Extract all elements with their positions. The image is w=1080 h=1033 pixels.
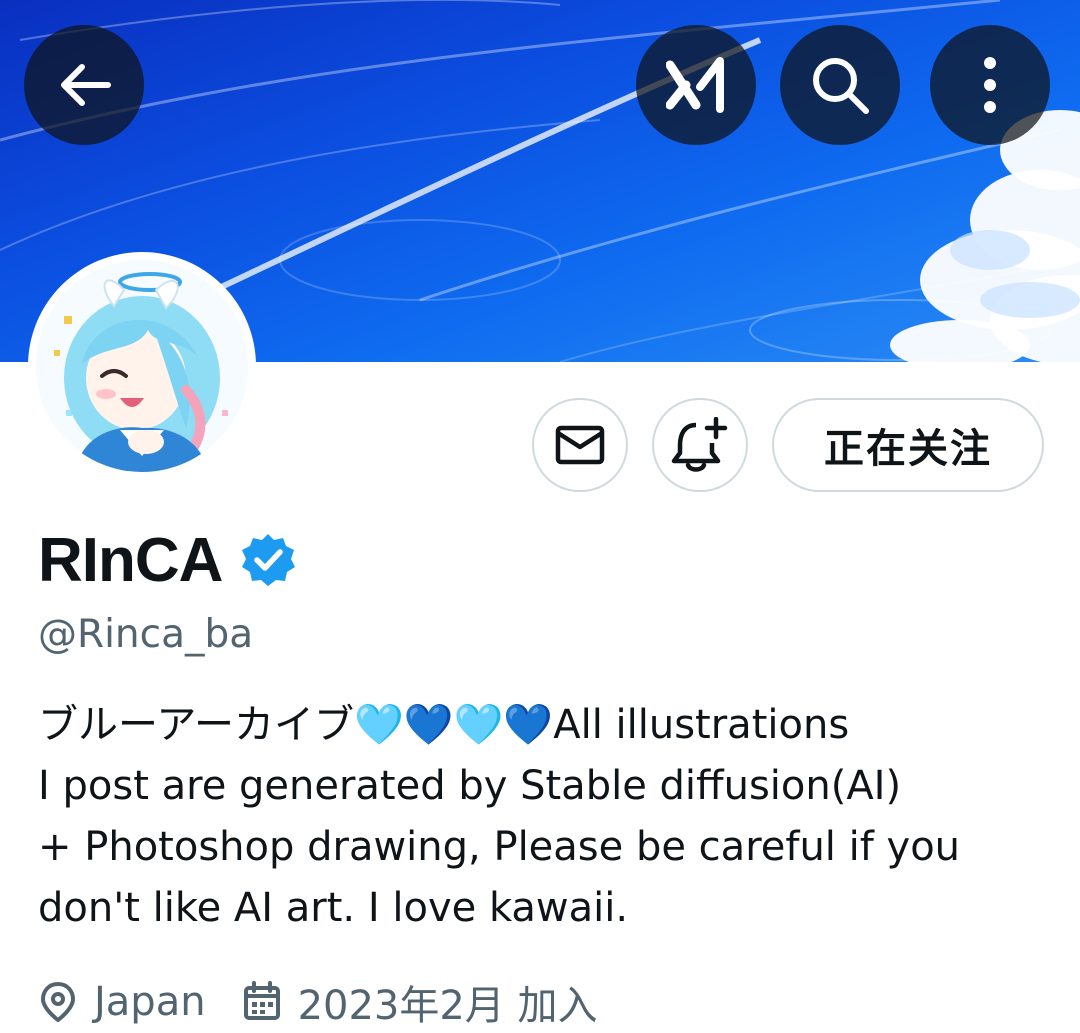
joined-date-text: 2023年2月 加入 [297,983,598,1029]
calendar-icon [243,981,280,1020]
grok-icon [666,57,724,113]
following-button-label: 正在关注 [824,426,992,472]
bio: ブルーアーカイブ🩵💙🩵💙All illustrations I post are… [38,702,961,931]
grok-button[interactable] [636,25,756,145]
more-vertical-icon [984,57,996,113]
verified-badge-icon[interactable] [240,532,296,588]
mail-icon [555,425,605,465]
avatar[interactable] [28,252,256,480]
handle: @Rinca_ba [38,612,254,657]
display-name-row: RInCA [38,520,296,600]
back-button[interactable] [24,25,144,145]
bell-plus-icon [671,417,728,472]
location-pin-icon [41,982,75,1022]
more-options-button[interactable] [930,25,1050,145]
arrow-left-icon [61,64,111,106]
profile-meta: Japan 2023年2月 加入 [38,972,598,1032]
location-text: Japan [94,979,206,1025]
display-name: RInCA [38,525,223,595]
message-button[interactable] [532,398,628,492]
search-button[interactable] [780,25,900,145]
following-button[interactable]: 正在关注 [772,398,1044,492]
search-icon [813,58,869,114]
notify-button[interactable] [652,398,748,492]
avatar-image [36,260,248,472]
